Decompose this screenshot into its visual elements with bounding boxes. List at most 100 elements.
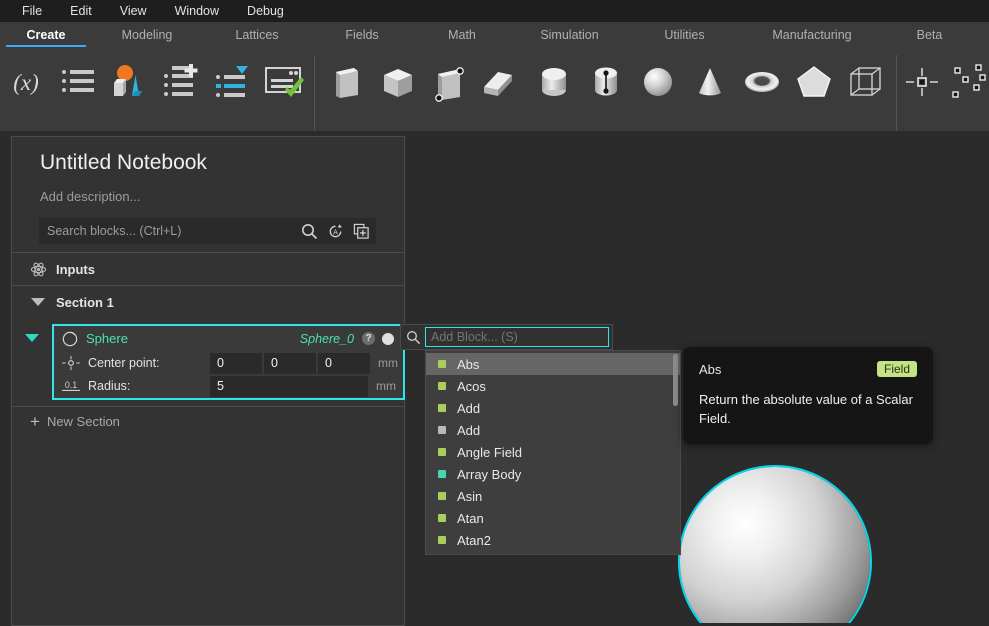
add-block-input[interactable] — [425, 327, 609, 347]
ribbon-tab-bar: Create Modeling Lattices Fields Math Sim… — [0, 22, 989, 47]
center-point-z-field[interactable]: 0 — [318, 353, 370, 374]
list-item[interactable]: Add — [426, 397, 680, 419]
validate-notebook-icon[interactable] — [260, 54, 312, 110]
cylinder-icon[interactable] — [528, 54, 580, 110]
sphere-icon[interactable] — [632, 54, 684, 110]
list-item[interactable]: Atan — [426, 507, 680, 529]
radius-param-row: 0.1 Radius: 5 mm — [54, 375, 403, 397]
notebook-search-bar[interactable]: Search blocks... (Ctrl+L) A — [39, 218, 376, 244]
list-item[interactable]: Array Body — [426, 463, 680, 485]
tab-create[interactable]: Create — [0, 22, 92, 47]
add-block-popup: Abs Acos Add Add Angle Field Array Body … — [400, 324, 613, 350]
torus-icon[interactable] — [736, 54, 788, 110]
list-item-label: Add — [457, 423, 480, 438]
cone-icon[interactable] — [684, 54, 736, 110]
new-section-button[interactable]: + New Section — [12, 406, 404, 435]
expression-fx-icon[interactable]: (x) — [0, 54, 52, 110]
notebook-search-placeholder: Search blocks... (Ctrl+L) — [47, 224, 296, 238]
list-dropdown-icon[interactable] — [208, 54, 260, 110]
section-collapse-caret-icon[interactable] — [26, 298, 50, 306]
notebook-inputs-row[interactable]: Inputs — [12, 252, 404, 285]
cube-icon[interactable] — [372, 54, 424, 110]
block-type-dot-icon — [438, 382, 446, 390]
center-point-label: Center point: — [88, 356, 210, 370]
add-block-results-list[interactable]: Abs Acos Add Add Angle Field Array Body … — [425, 350, 681, 555]
parallelepiped-icon[interactable] — [476, 54, 528, 110]
decimal-value-icon: 0.1 — [54, 378, 88, 394]
list-item-label: Array Body — [457, 467, 521, 482]
notebook-header: Untitled Notebook Add description... Sea… — [12, 137, 404, 252]
list-item[interactable]: Asin — [426, 485, 680, 507]
sphere-block-icon — [62, 331, 78, 347]
list-item[interactable]: Acos — [426, 375, 680, 397]
svg-text:(x): (x) — [13, 70, 39, 95]
center-point-icon — [54, 355, 88, 371]
list-item-label: Atan — [457, 511, 484, 526]
tooltip-header: Abs Field — [699, 361, 917, 377]
sphere-block-name: Sphere — [86, 331, 300, 346]
tab-utilities[interactable]: Utilities — [627, 22, 742, 47]
notebook-panel: Untitled Notebook Add description... Sea… — [11, 136, 405, 626]
notebook-description[interactable]: Add description... — [40, 189, 376, 204]
sphere-geometry[interactable] — [680, 467, 870, 623]
tab-beta[interactable]: Beta — [882, 22, 977, 47]
sphere-block-header[interactable]: Sphere Sphere_0 ? — [54, 326, 403, 351]
help-icon[interactable]: ? — [362, 332, 375, 345]
add-block-search-icon[interactable] — [401, 330, 425, 345]
cylinder-two-points-icon[interactable] — [580, 54, 632, 110]
menu-item-edit[interactable]: Edit — [56, 0, 106, 22]
ribbon-divider-2 — [896, 55, 897, 143]
block-type-dot-icon — [438, 492, 446, 500]
tab-modeling[interactable]: Modeling — [92, 22, 202, 47]
list-item-label: Abs — [457, 357, 479, 372]
plus-icon: + — [30, 413, 40, 430]
center-point-x-field[interactable]: 0 — [210, 353, 262, 374]
tab-lattices[interactable]: Lattices — [202, 22, 312, 47]
tab-fields[interactable]: Fields — [312, 22, 412, 47]
block-status-dot-icon[interactable] — [382, 333, 394, 345]
wireframe-cube-icon[interactable] — [840, 54, 892, 110]
box-two-points-icon[interactable] — [424, 54, 476, 110]
menu-item-debug[interactable]: Debug — [233, 0, 298, 22]
tooltip-category-badge: Field — [877, 361, 917, 377]
tab-math[interactable]: Math — [412, 22, 512, 47]
list-blocks-icon[interactable] — [52, 54, 104, 110]
list-item[interactable]: Angle Field — [426, 441, 680, 463]
notebook-title[interactable]: Untitled Notebook — [40, 151, 376, 175]
box-slab-icon[interactable] — [320, 54, 372, 110]
block-type-dot-icon — [438, 360, 446, 368]
menu-item-view[interactable]: View — [106, 0, 161, 22]
search-icon[interactable] — [296, 219, 322, 243]
add-notebook-icon[interactable] — [348, 219, 374, 243]
add-list-item-icon[interactable] — [156, 54, 208, 110]
menu-item-file[interactable]: File — [8, 0, 56, 22]
notebook-section-row[interactable]: Section 1 — [12, 285, 404, 318]
center-point-param-row: Center point: 0 0 0 mm — [54, 352, 403, 374]
refresh-auto-icon[interactable]: A — [322, 219, 348, 243]
list-item[interactable]: Abs — [426, 353, 680, 375]
sphere-block-collapse-caret-icon[interactable] — [12, 324, 52, 342]
radius-field[interactable]: 5 — [210, 376, 368, 397]
primitive-shapes-icon[interactable] — [104, 54, 156, 110]
add-block-scrollbar[interactable] — [673, 354, 678, 406]
svg-text:A: A — [333, 228, 338, 236]
polygon-prism-icon[interactable] — [788, 54, 840, 110]
tooltip-description: Return the absolute value of a Scalar Fi… — [699, 390, 917, 428]
tab-simulation[interactable]: Simulation — [512, 22, 627, 47]
section-label: Section 1 — [56, 295, 114, 310]
block-type-dot-icon — [438, 536, 446, 544]
tab-manufacturing[interactable]: Manufacturing — [742, 22, 882, 47]
point-cloud-icon[interactable] — [945, 54, 989, 110]
list-item-label: Add — [457, 401, 480, 416]
list-item[interactable]: Atan2 — [426, 529, 680, 551]
ribbon-divider-1 — [314, 55, 315, 143]
menu-bar: File Edit View Window Debug — [0, 0, 989, 22]
notebook-empty-area — [12, 435, 404, 625]
point-icon[interactable] — [900, 54, 945, 110]
inputs-atom-icon — [26, 261, 50, 278]
list-item-label: Acos — [457, 379, 486, 394]
menu-item-window[interactable]: Window — [161, 0, 233, 22]
sphere-block[interactable]: Sphere Sphere_0 ? Center point: 0 — [52, 324, 405, 400]
list-item[interactable]: Add — [426, 419, 680, 441]
center-point-y-field[interactable]: 0 — [264, 353, 316, 374]
